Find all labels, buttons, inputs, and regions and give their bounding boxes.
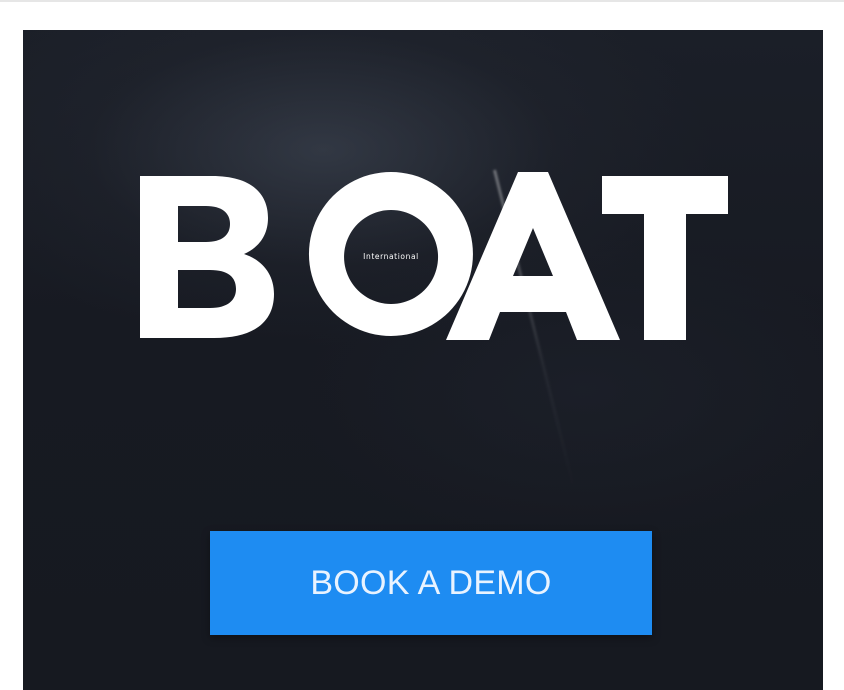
boat-international-ad[interactable]: International BOOK A DEMO bbox=[23, 30, 823, 690]
boat-international-logo: International bbox=[140, 172, 730, 342]
page-top-border bbox=[0, 0, 844, 2]
logo-letter-b bbox=[140, 176, 274, 338]
logo-inner-label: International bbox=[363, 252, 419, 261]
logo-letter-t bbox=[602, 176, 728, 340]
book-a-demo-button[interactable]: BOOK A DEMO bbox=[210, 531, 652, 635]
